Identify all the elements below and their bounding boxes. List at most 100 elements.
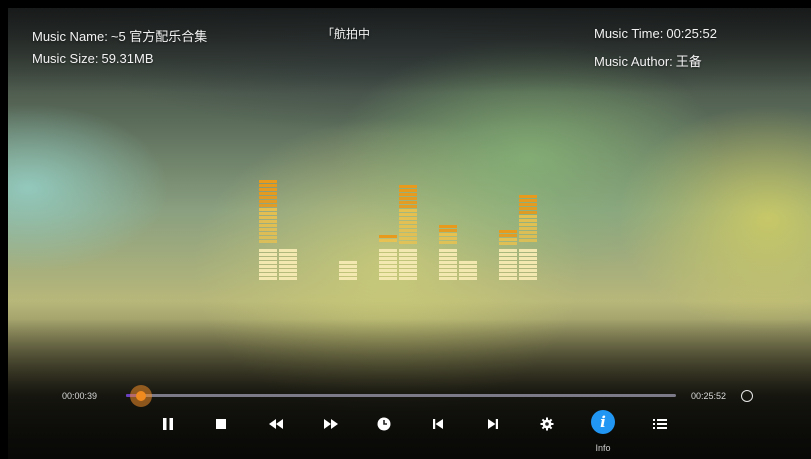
music-author-value: 王备 (675, 54, 702, 69)
eq-segment-peak (259, 232, 277, 235)
info-label: Info (595, 443, 611, 453)
eq-segment-peak (519, 215, 537, 218)
eq-segment-peak (519, 219, 537, 222)
eq-segment-pale (499, 277, 517, 280)
eq-segment-pale (499, 249, 517, 252)
eq-segment-pale (279, 269, 297, 272)
eq-segment-pale (439, 249, 457, 252)
playlist-button[interactable] (647, 411, 673, 437)
music-time-value: 00:25:52 (666, 26, 717, 41)
eq-segment-peak (259, 224, 277, 227)
eq-segment-pale (279, 253, 297, 256)
info-button[interactable]: i (591, 410, 615, 434)
eq-segment-peak (399, 201, 417, 204)
eq-segment-pale (259, 257, 277, 260)
eq-segment-peak (399, 205, 417, 208)
eq-segment-peak (259, 208, 277, 211)
eq-segment-peak (519, 195, 537, 198)
eq-segment-peak (519, 211, 537, 214)
eq-segment-pale (399, 277, 417, 280)
eq-segment-pale (399, 273, 417, 276)
eq-segment-pale (459, 269, 477, 272)
fast-forward-button[interactable] (318, 411, 344, 437)
stop-icon (216, 419, 226, 429)
lyric-snippet: 「航拍中 (322, 27, 371, 41)
eq-segment-pale (499, 273, 517, 276)
eq-segment-peak (399, 213, 417, 216)
timer-button[interactable] (371, 411, 397, 437)
eq-segment-peak (399, 237, 417, 240)
eq-segment-pale (279, 249, 297, 252)
eq-segment-pale (499, 261, 517, 264)
eq-segment-pale (439, 269, 457, 272)
eq-segment-pale (339, 277, 357, 280)
eq-segment-peak (399, 241, 417, 244)
eq-segment-peak (399, 233, 417, 236)
eq-segment-pale (519, 261, 537, 264)
eq-segment-pale (259, 273, 277, 276)
eq-segment-pale (339, 265, 357, 268)
eq-segment-peak (259, 240, 277, 243)
music-time: Music Time: 00:25:52 (594, 26, 717, 41)
eq-segment-peak (499, 230, 517, 233)
eq-segment-peak (499, 234, 517, 237)
eq-segment-pale (379, 273, 397, 276)
eq-segment-peak (259, 188, 277, 191)
eq-segment-pale (399, 257, 417, 260)
eq-segment-pale (459, 277, 477, 280)
progress-thumb[interactable] (136, 391, 146, 401)
eq-segment-pale (279, 265, 297, 268)
eq-segment-peak (519, 227, 537, 230)
eq-segment-pale (279, 257, 297, 260)
eq-segment-peak (519, 203, 537, 206)
eq-segment-peak (499, 242, 517, 245)
eq-segment-peak (399, 185, 417, 188)
eq-segment-pale (259, 253, 277, 256)
eq-segment-pale (519, 249, 537, 252)
progress-track[interactable] (126, 394, 676, 397)
previous-button[interactable] (425, 411, 451, 437)
eq-segment-peak (259, 204, 277, 207)
eq-segment-pale (519, 273, 537, 276)
gear-icon (540, 417, 554, 431)
eq-segment-peak (439, 241, 457, 244)
eq-segment-peak (259, 200, 277, 203)
skip-previous-icon (433, 419, 443, 429)
eq-segment-pale (459, 265, 477, 268)
eq-segment-peak (259, 236, 277, 239)
eq-segment-peak (399, 229, 417, 232)
current-time: 00:00:39 (62, 391, 98, 401)
eq-segment-peak (519, 235, 537, 238)
eq-segment-peak (439, 225, 457, 228)
eq-segment-pale (379, 249, 397, 252)
eq-segment-pale (399, 253, 417, 256)
eq-segment-pale (339, 261, 357, 264)
eq-segment-peak (259, 180, 277, 183)
eq-segment-pale (439, 261, 457, 264)
eq-segment-peak (399, 189, 417, 192)
eq-segment-peak (259, 192, 277, 195)
rewind-button[interactable] (263, 411, 289, 437)
stop-button[interactable] (208, 411, 234, 437)
pause-button[interactable] (155, 411, 181, 437)
list-icon (653, 419, 667, 429)
loop-icon[interactable] (741, 390, 753, 402)
eq-segment-pale (379, 253, 397, 256)
eq-segment-pale (399, 269, 417, 272)
info-icon: i (600, 413, 606, 431)
eq-segment-pale (459, 273, 477, 276)
music-size-value: 59.31MB (101, 51, 154, 66)
eq-segment-pale (399, 261, 417, 264)
eq-segment-pale (439, 277, 457, 280)
eq-segment-peak (259, 196, 277, 199)
eq-segment-peak (439, 229, 457, 232)
eq-segment-peak (259, 228, 277, 231)
music-size: Music Size: 59.31MB (32, 51, 154, 66)
eq-segment-peak (519, 207, 537, 210)
eq-segment-peak (399, 193, 417, 196)
next-button[interactable] (480, 411, 506, 437)
bottom-shade (8, 319, 811, 459)
eq-segment-peak (259, 220, 277, 223)
settings-button[interactable] (534, 411, 560, 437)
eq-segment-pale (519, 277, 537, 280)
